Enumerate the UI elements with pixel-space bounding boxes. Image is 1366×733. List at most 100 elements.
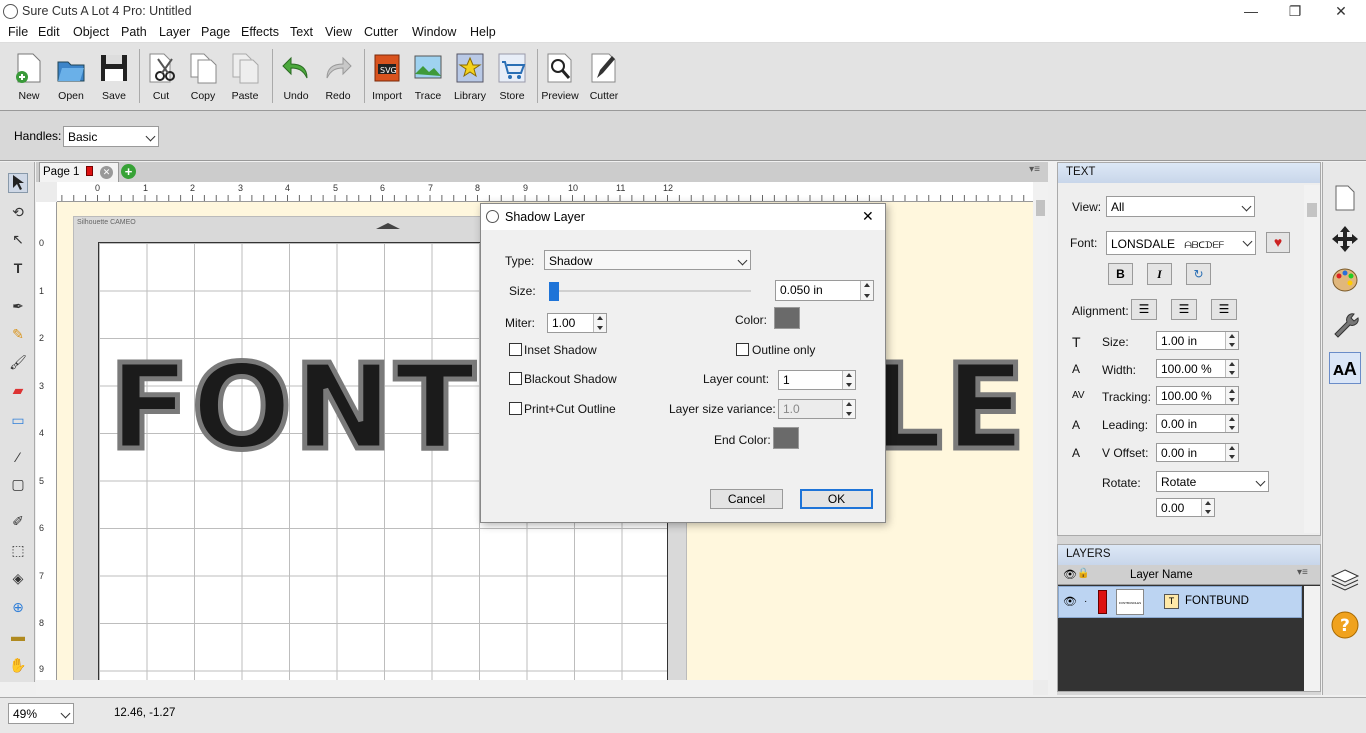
pencil-tool[interactable]: ✎: [8, 324, 28, 344]
layer-row[interactable]: 👁 · FONTBUNDLES T FONTBUND: [1058, 586, 1302, 618]
spinner-icon[interactable]: [860, 281, 873, 300]
text-tool[interactable]: T: [8, 258, 28, 278]
redo-button[interactable]: Redo: [318, 49, 358, 107]
voffset-input[interactable]: 0.00 in: [1156, 443, 1239, 462]
wrench-icon[interactable]: [1329, 310, 1361, 342]
spinner-icon[interactable]: [1225, 444, 1238, 461]
size-slider-thumb[interactable]: [549, 282, 559, 301]
leading-input[interactable]: 0.00 in: [1156, 414, 1239, 433]
dialog-close-button[interactable]: ✕: [862, 208, 874, 225]
inset-shadow-checkbox[interactable]: [509, 343, 522, 356]
import-button[interactable]: SVG Import: [367, 49, 407, 107]
eraser-tool[interactable]: ▰: [8, 380, 28, 400]
print-cut-outline-checkbox[interactable]: [509, 402, 522, 415]
italic-button[interactable]: I: [1147, 263, 1172, 285]
menu-cutter[interactable]: Cutter: [364, 25, 398, 39]
visibility-icon[interactable]: 👁: [1063, 595, 1077, 608]
eyedropper-tool[interactable]: ⁄: [8, 447, 28, 467]
undo-button[interactable]: Undo: [276, 49, 316, 107]
shadow-color-swatch[interactable]: [774, 307, 800, 329]
cut-button[interactable]: Cut: [141, 49, 181, 107]
layer-color-swatch[interactable]: [1098, 590, 1107, 614]
layer-count-input[interactable]: 1: [778, 370, 856, 390]
text-panel-tab-icon[interactable]: ᴀA: [1329, 352, 1361, 384]
close-window-button[interactable]: ✕: [1318, 0, 1364, 23]
rotate-amount-input[interactable]: 0.00: [1156, 498, 1215, 517]
maximize-button[interactable]: ❐: [1272, 0, 1318, 23]
bold-button[interactable]: B: [1108, 263, 1133, 285]
menu-help[interactable]: Help: [470, 25, 496, 39]
color-palette-icon[interactable]: [1329, 266, 1361, 298]
preview-button[interactable]: Preview: [540, 49, 580, 107]
shadow-size-input[interactable]: 0.050 in: [775, 280, 874, 301]
align-left-button[interactable]: ☰: [1131, 299, 1157, 320]
cutter-button[interactable]: Cutter: [584, 49, 624, 107]
menu-window[interactable]: Window: [412, 25, 456, 39]
spinner-icon[interactable]: [1225, 415, 1238, 432]
menu-edit[interactable]: Edit: [38, 25, 60, 39]
cancel-button[interactable]: Cancel: [710, 489, 783, 509]
add-page-icon[interactable]: +: [121, 164, 136, 179]
menu-page[interactable]: Page: [201, 25, 230, 39]
align-center-button[interactable]: ☰: [1171, 299, 1197, 320]
unlocked-dot[interactable]: ·: [1084, 596, 1087, 607]
save-button[interactable]: Save: [94, 49, 134, 107]
scroll-thumb[interactable]: [1307, 203, 1317, 217]
spinner-icon[interactable]: [1225, 360, 1238, 377]
end-color-swatch[interactable]: [773, 427, 799, 449]
hand-tool[interactable]: ✋: [8, 655, 28, 675]
copy-button[interactable]: Copy: [183, 49, 223, 107]
size-slider-track[interactable]: [549, 290, 751, 292]
spinner-icon[interactable]: [842, 400, 855, 418]
spinner-icon[interactable]: [1225, 387, 1238, 404]
rectangle-tool[interactable]: ▭: [8, 410, 28, 430]
horizontal-scrollbar[interactable]: [36, 680, 1033, 695]
ok-button[interactable]: OK: [800, 489, 873, 509]
spinner-icon[interactable]: [1225, 332, 1238, 349]
zoom-tool[interactable]: ⊕: [8, 597, 28, 617]
new-button[interactable]: New: [9, 49, 49, 107]
close-page-icon[interactable]: ✕: [100, 166, 113, 179]
blackout-shadow-checkbox[interactable]: [509, 372, 522, 385]
minimize-button[interactable]: —: [1228, 0, 1274, 23]
layers-panel-tab-icon[interactable]: [1329, 566, 1361, 598]
spinner-icon[interactable]: [842, 371, 855, 389]
library-button[interactable]: Library: [450, 49, 490, 107]
width-input[interactable]: 100.00 %: [1156, 359, 1239, 378]
open-button[interactable]: Open: [51, 49, 91, 107]
spinner-icon[interactable]: [1201, 499, 1214, 516]
vertical-scrollbar[interactable]: [1033, 182, 1048, 680]
knife-tool[interactable]: ✐: [8, 511, 28, 531]
trace-button[interactable]: Trace: [408, 49, 448, 107]
spinner-icon[interactable]: [593, 314, 606, 332]
node-edit-tool[interactable]: ↖: [8, 229, 28, 249]
menu-effects[interactable]: Effects: [241, 25, 279, 39]
gradient-tool[interactable]: ▢: [8, 474, 28, 494]
font-select[interactable]: LONSDALE ᗩᗷᑕᗪᗴᖴ: [1106, 231, 1256, 255]
select-tool[interactable]: [8, 173, 28, 193]
layers-scrollbar[interactable]: [1304, 586, 1320, 691]
mirror-tool[interactable]: ◈: [8, 568, 28, 588]
store-button[interactable]: Store: [492, 49, 532, 107]
document-panel-icon[interactable]: [1329, 184, 1361, 216]
menu-file[interactable]: File: [8, 25, 28, 39]
tracking-input[interactable]: 100.00 %: [1156, 386, 1239, 405]
pen-tool[interactable]: ✒: [8, 296, 28, 316]
rotate-select[interactable]: Rotate: [1156, 471, 1269, 492]
view-select[interactable]: All: [1106, 196, 1255, 217]
brush-tool[interactable]: 🖌: [8, 352, 28, 372]
zoom-select[interactable]: 49%: [8, 703, 74, 724]
text-panel-scrollbar[interactable]: [1304, 185, 1320, 533]
handles-select[interactable]: Basic: [63, 126, 159, 147]
paste-button[interactable]: Paste: [225, 49, 265, 107]
size-input[interactable]: 1.00 in: [1156, 331, 1239, 350]
scroll-thumb[interactable]: [1036, 200, 1045, 216]
move-panel-icon[interactable]: [1329, 225, 1361, 257]
transform-tool[interactable]: ⬚: [8, 540, 28, 560]
align-right-button[interactable]: ☰: [1211, 299, 1237, 320]
miter-input[interactable]: 1.00: [547, 313, 607, 333]
outline-only-checkbox[interactable]: [736, 343, 749, 356]
menu-path[interactable]: Path: [121, 25, 147, 39]
reset-text-button[interactable]: ↻: [1186, 263, 1211, 285]
layers-menu-icon[interactable]: ▾≡: [1297, 567, 1308, 578]
